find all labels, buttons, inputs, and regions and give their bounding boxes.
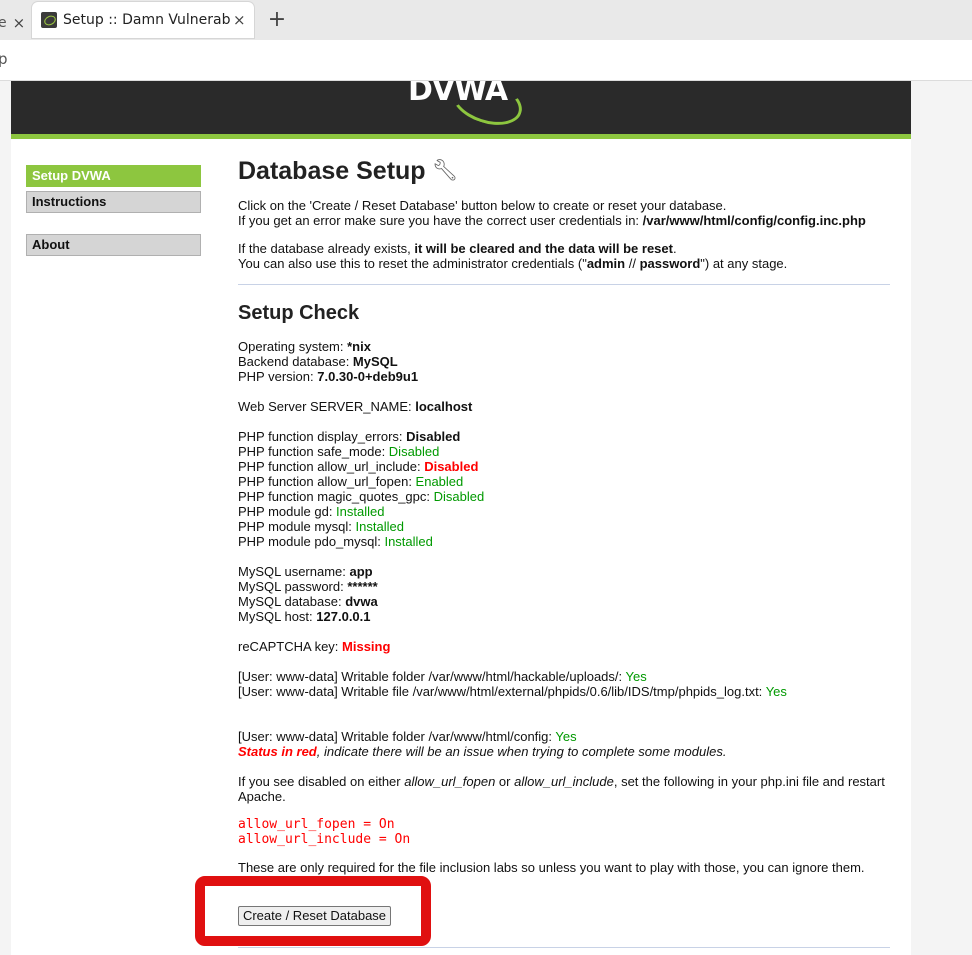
menu-item-setup[interactable]: Setup DVWA bbox=[26, 165, 201, 187]
tab-active-title: Setup :: Damn Vulnerable bbox=[63, 12, 231, 28]
disabled-note-line-2: Apache. bbox=[238, 789, 286, 804]
tab-previous[interactable]: e × bbox=[0, 8, 25, 38]
php-check-row: PHP function display_errors: Disabled bbox=[238, 429, 461, 444]
mysql-username-line: MySQL username: app bbox=[238, 564, 373, 579]
status-value: Installed bbox=[336, 504, 385, 519]
setup-check-title: Setup Check bbox=[238, 302, 360, 324]
status-note: Status in red, indicate there will be an… bbox=[238, 744, 727, 759]
status-value: Disabled bbox=[433, 489, 485, 504]
address-bar-text: p bbox=[0, 50, 8, 68]
dvwa-logo[interactable]: DVWA bbox=[408, 81, 508, 108]
writable-config-line: [User: www-data] Writable folder /var/ww… bbox=[238, 729, 577, 744]
php-check-row: PHP function magic_quotes_gpc: Disabled bbox=[238, 489, 485, 504]
php-check-row: PHP function allow_url_fopen: Enabled bbox=[238, 474, 464, 489]
mysql-database-line: MySQL database: dvwa bbox=[238, 594, 378, 609]
status-value: Installed bbox=[384, 534, 433, 549]
divider bbox=[238, 284, 890, 285]
dvwa-favicon-icon bbox=[41, 12, 57, 28]
db-line: Backend database: MySQL bbox=[238, 354, 398, 369]
ini-line: allow_url_fopen = On bbox=[238, 817, 395, 832]
status-value: Installed bbox=[355, 519, 404, 534]
intro-line-4: You can also use this to reset the admin… bbox=[238, 256, 788, 271]
menu-item-about[interactable]: About bbox=[26, 234, 201, 256]
os-line: Operating system: *nix bbox=[238, 339, 371, 354]
php-check-row: PHP module gd: Installed bbox=[238, 504, 385, 519]
tab-close-icon[interactable]: × bbox=[233, 11, 246, 29]
create-reset-database-button[interactable]: Create / Reset Database bbox=[238, 906, 391, 926]
server-name-line: Web Server SERVER_NAME: localhost bbox=[238, 399, 473, 414]
disabled-note-line-1: If you see disabled on either allow_url_… bbox=[238, 774, 885, 789]
wrench-icon: 🔧︎ bbox=[431, 159, 459, 182]
intro-line-2: If you get an error make sure you have t… bbox=[238, 213, 866, 228]
tab-previous-label: e bbox=[0, 15, 7, 31]
tab-bar: e × Setup :: Damn Vulnerable × + bbox=[0, 0, 972, 40]
address-bar[interactable] bbox=[0, 40, 972, 81]
mysql-host-line: MySQL host: 127.0.0.1 bbox=[238, 609, 371, 624]
php-check-row: PHP function safe_mode: Disabled bbox=[238, 444, 440, 459]
writable-uploads-line: [User: www-data] Writable folder /var/ww… bbox=[238, 669, 647, 684]
config-path: /var/www/html/config/config.inc.php bbox=[642, 213, 866, 228]
php-version-line: PHP version: 7.0.30-0+deb9u1 bbox=[238, 369, 419, 384]
tab-previous-close-icon[interactable]: × bbox=[13, 14, 26, 32]
page-margin bbox=[911, 81, 972, 955]
writable-phpids-line: [User: www-data] Writable file /var/www/… bbox=[238, 684, 787, 699]
page-title: Database Setup bbox=[238, 157, 426, 185]
mysql-password-line: MySQL password: ****** bbox=[238, 579, 378, 594]
recaptcha-line: reCAPTCHA key: Missing bbox=[238, 639, 391, 654]
status-value: Disabled bbox=[424, 459, 479, 474]
php-check-row: PHP module pdo_mysql: Installed bbox=[238, 534, 433, 549]
ini-line: allow_url_include = On bbox=[238, 832, 411, 847]
intro-line-1: Click on the 'Create / Reset Database' b… bbox=[238, 198, 727, 213]
new-tab-icon[interactable]: + bbox=[266, 6, 288, 34]
intro-line-3: If the database already exists, it will … bbox=[238, 241, 677, 256]
tab-active[interactable]: Setup :: Damn Vulnerable × bbox=[32, 2, 254, 38]
page-title-row: Database Setup 🔧︎ bbox=[238, 157, 458, 186]
site-header: DVWA bbox=[11, 81, 911, 139]
php-check-row: PHP module mysql: Installed bbox=[238, 519, 404, 534]
status-value: Disabled bbox=[406, 429, 461, 444]
status-value: Disabled bbox=[388, 444, 440, 459]
page-content: Setup DVWA Instructions About Database S… bbox=[11, 139, 911, 955]
inclusion-note: These are only required for the file inc… bbox=[238, 860, 865, 875]
divider bbox=[238, 947, 890, 948]
menu-item-instructions[interactable]: Instructions bbox=[26, 191, 201, 213]
status-value: Enabled bbox=[415, 474, 464, 489]
php-check-row: PHP function allow_url_include: Disabled bbox=[238, 459, 479, 474]
